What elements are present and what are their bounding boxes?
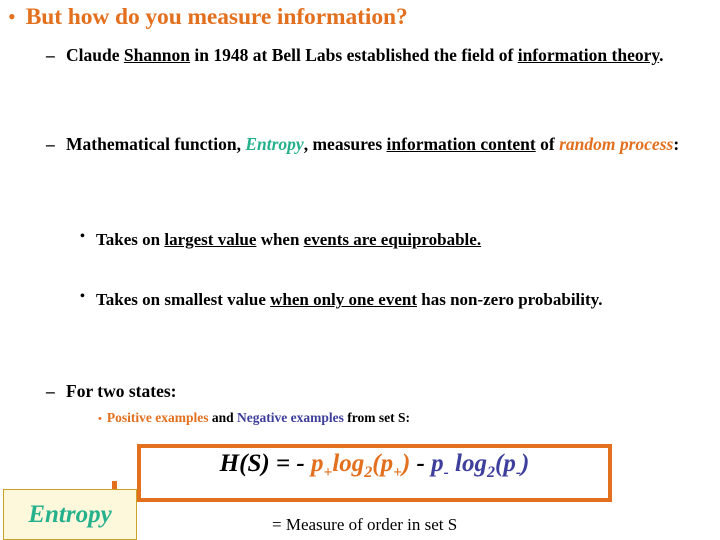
text-segment: has non-zero probability. xyxy=(417,290,603,309)
formula-base-2: 2 xyxy=(487,464,495,481)
dash-marker: – xyxy=(46,134,55,154)
dash-marker: – xyxy=(46,45,55,65)
bullet-point-shannon: – Claude Shannon in 1948 at Bell Labs es… xyxy=(46,45,714,66)
formula-minus-1: - xyxy=(296,450,311,477)
formula-p-minus-1: p xyxy=(431,450,444,477)
sub-bullet-smallest-value: • Takes on smallest value when only one … xyxy=(80,289,710,310)
text-segment: Mathematical function, xyxy=(66,134,246,154)
formula-p-minus-2: p xyxy=(503,450,516,477)
dash-marker: – xyxy=(46,381,55,401)
text-segment: of xyxy=(535,134,560,154)
formula-log-1: log xyxy=(332,450,365,477)
bullet-dot-icon: • xyxy=(80,289,85,304)
bullet-point-two-states: – For two states: xyxy=(46,381,714,402)
text-segment: . xyxy=(659,45,664,65)
text-segment-positive-examples: Positive examples xyxy=(106,410,209,425)
measure-of-order-caption: = Measure of order in set S xyxy=(272,515,458,534)
entropy-callout-label: Entropy xyxy=(28,500,112,528)
bullet-dot-icon: • xyxy=(98,413,102,425)
text-segment-negative-examples: Negative examples xyxy=(237,410,344,425)
text-segment: : xyxy=(673,134,680,154)
formula-equals: = xyxy=(269,450,297,477)
text-segment-shannon: Shannon xyxy=(123,45,191,65)
sub-bullet-largest-value: • Takes on largest value when events are… xyxy=(80,229,710,250)
bullet-point-entropy-definition-body: Mathematical function, Entropy, measures… xyxy=(66,134,714,155)
text-segment-random-process: random process xyxy=(559,134,674,154)
text-segment-equiprobable: events are equiprobable. xyxy=(303,230,482,249)
text-segment-entropy: Entropy xyxy=(245,134,304,154)
formula-log-2: log xyxy=(455,450,487,477)
text-segment-information-content: information content xyxy=(386,134,536,154)
page-title: But how do you measure information? xyxy=(25,4,408,30)
text-segment: , measures xyxy=(303,134,387,154)
slide-title-row: • But how do you measure information? xyxy=(8,4,408,31)
sub-bullet-largest-value-body: Takes on largest value when events are e… xyxy=(96,230,710,250)
formula-close-paren-2: ) xyxy=(521,450,530,477)
bullet-dot-icon: • xyxy=(80,229,85,244)
bullet-point-shannon-body: Claude Shannon in 1948 at Bell Labs esta… xyxy=(66,45,714,66)
formula-lhs: H(S) xyxy=(219,450,270,477)
text-segment-information-theory: information theory xyxy=(517,45,660,65)
text-segment-from-set: from set S: xyxy=(343,410,410,425)
formula-p-plus-2: p xyxy=(380,450,394,477)
bullet-point-two-states-body: For two states: xyxy=(66,381,177,401)
bullet-dot-icon: • xyxy=(8,4,16,29)
text-segment: Takes on xyxy=(96,230,165,249)
text-segment: in 1948 at Bell Labs established the fie… xyxy=(190,45,518,65)
text-segment: when xyxy=(256,230,304,249)
text-segment: Takes on smallest value xyxy=(96,290,271,309)
text-segment: Claude xyxy=(66,45,124,65)
entropy-formula: H(S) = - p+log2(p+) - p- log2(p-) xyxy=(137,448,612,484)
text-segment-only-one-event: when only one event xyxy=(270,290,417,309)
formula-minus-2: - xyxy=(410,450,432,477)
formula-p-plus-1: p xyxy=(311,450,324,477)
bullet-point-entropy-definition: – Mathematical function, Entropy, measur… xyxy=(46,134,714,155)
text-segment-conjunction: and xyxy=(208,410,237,425)
sub-bullet-smallest-value-body: Takes on smallest value when only one ev… xyxy=(96,290,710,310)
formula-open-paren-1: ( xyxy=(372,450,381,477)
text-segment-largest-value: largest value xyxy=(164,230,257,249)
sub-bullet-positive-negative-examples: • Positive examples and Negative examples… xyxy=(98,410,410,426)
formula-plus-subscript-2: + xyxy=(393,464,402,481)
